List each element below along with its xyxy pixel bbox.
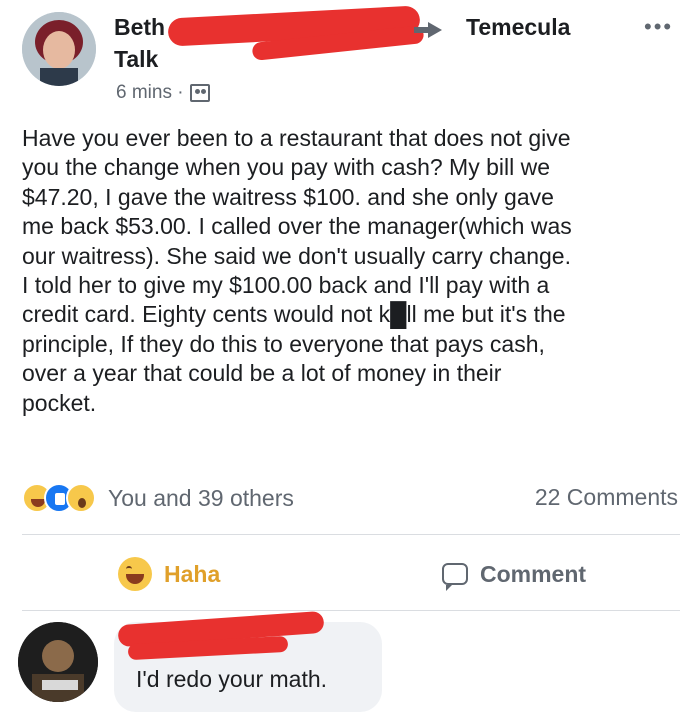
more-options-icon[interactable]: ••• <box>644 14 673 40</box>
wow-icon <box>66 483 96 513</box>
comment-label: Comment <box>480 560 587 587</box>
divider-top <box>22 534 680 535</box>
post-meta: 6 mins · <box>116 82 210 104</box>
reaction-summary[interactable]: You and 39 others <box>22 483 294 513</box>
post-text-line: Have you ever been to a restaurant that … <box>22 125 571 151</box>
haha-button[interactable]: Haha <box>118 556 220 592</box>
post-text-line: credit card. Eighty cents would not k█ll… <box>22 301 566 328</box>
group-name[interactable]: Temecula <box>466 14 570 41</box>
comment-icon <box>442 563 468 591</box>
divider-bottom <box>22 610 680 611</box>
author-avatar[interactable] <box>22 12 96 86</box>
post-card: Beth Talk Temecula ••• 6 mins · Have you… <box>0 0 700 712</box>
post-timestamp[interactable]: 6 mins · <box>116 82 184 104</box>
commenter-avatar[interactable] <box>18 622 98 702</box>
haha-icon <box>118 557 152 591</box>
post-text-line: $47.20, I gave the waitress $100. and sh… <box>22 183 554 210</box>
post-text-line: me back $53.00. I called over the manage… <box>22 213 572 240</box>
comments-count[interactable]: 22 Comments <box>535 484 678 511</box>
post-text-line: you the change when you pay with cash? M… <box>22 154 551 181</box>
post-text-line: our waitress). She said we don't usually… <box>22 242 571 269</box>
reactors-text[interactable]: You and 39 others <box>108 485 294 512</box>
post-text-line: pocket. <box>22 389 97 416</box>
author-name-cont[interactable]: Talk <box>114 46 158 73</box>
arrow-right-icon <box>428 22 442 38</box>
comment-button[interactable]: Comment <box>442 556 586 592</box>
post-text: Have you ever been to a restaurant that … <box>22 124 686 418</box>
post-text-line: principle, If they do this to everyone t… <box>22 330 545 357</box>
post-text-line: I told her to give my $100.00 back and I… <box>22 272 550 299</box>
post-text-line: over a year that could be a lot of money… <box>22 360 502 387</box>
author-name[interactable]: Beth <box>114 14 165 41</box>
audience-members-icon <box>189 84 210 102</box>
comment-text: I'd redo your math. <box>136 666 328 692</box>
haha-label: Haha <box>164 560 221 587</box>
